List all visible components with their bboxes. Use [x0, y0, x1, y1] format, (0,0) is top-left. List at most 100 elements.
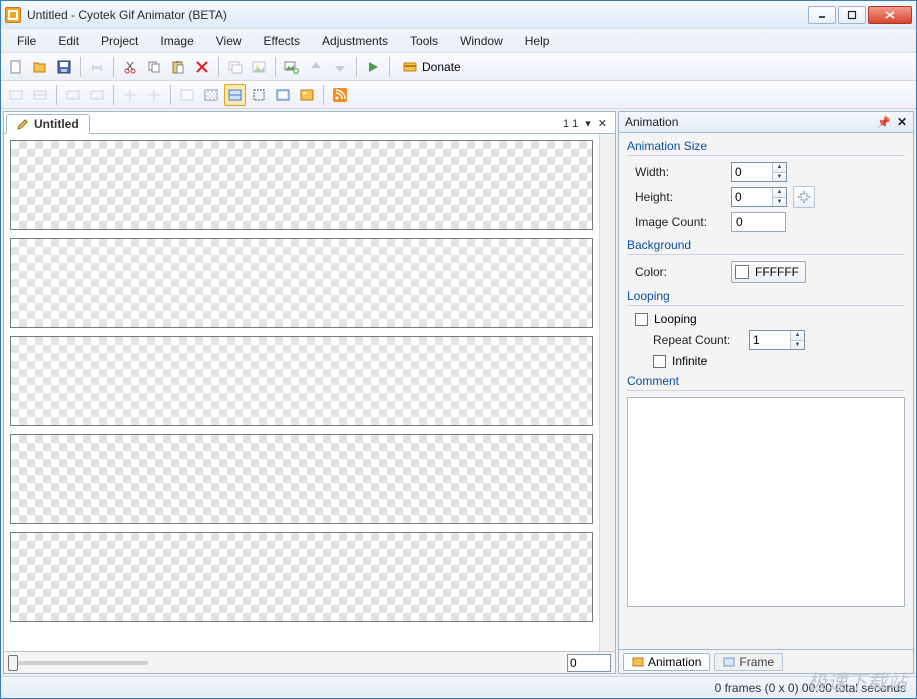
- frame-index-value[interactable]: [570, 656, 608, 670]
- images-button[interactable]: [224, 56, 246, 78]
- save-button[interactable]: [53, 56, 75, 78]
- section-animation-size: Animation Size: [627, 139, 905, 156]
- pin-icon[interactable]: 📌: [877, 116, 891, 129]
- imagecount-label: Image Count:: [635, 215, 725, 229]
- height-spinner[interactable]: ▲▼: [772, 188, 786, 206]
- donate-label: Donate: [422, 60, 461, 74]
- app-icon: [5, 7, 21, 23]
- tool-btn-4[interactable]: [86, 84, 108, 106]
- menu-edit[interactable]: Edit: [48, 31, 89, 51]
- frame-index-input[interactable]: [567, 654, 611, 672]
- panel-title: Animation: [625, 115, 678, 129]
- frame-list[interactable]: [4, 134, 599, 651]
- view-btn-5[interactable]: [272, 84, 294, 106]
- menu-image[interactable]: Image: [150, 31, 203, 51]
- menubar: File Edit Project Image View Effects Adj…: [1, 29, 916, 53]
- tool-btn-6[interactable]: [143, 84, 165, 106]
- menu-adjustments[interactable]: Adjustments: [312, 31, 398, 51]
- repeat-spinner[interactable]: ▲▼: [790, 331, 804, 349]
- repeat-input[interactable]: ▲▼: [749, 330, 805, 350]
- tool-btn-1[interactable]: [5, 84, 27, 106]
- zoom-slider-thumb[interactable]: [8, 655, 18, 671]
- background-color-button[interactable]: FFFFFF: [731, 261, 806, 283]
- tool-btn-3[interactable]: [62, 84, 84, 106]
- tool-btn-2[interactable]: [29, 84, 51, 106]
- side-pane: Animation 📌 ✕ Animation Size Width: ▲▼ H…: [618, 111, 914, 674]
- toolbar-separator: [113, 85, 114, 105]
- copy-button[interactable]: [143, 56, 165, 78]
- frame-tab-icon: [723, 656, 735, 668]
- play-button[interactable]: [362, 56, 384, 78]
- frame-slot[interactable]: [10, 532, 593, 622]
- repeat-label: Repeat Count:: [653, 333, 743, 347]
- minimize-button[interactable]: [808, 6, 836, 24]
- frame-slot[interactable]: [10, 140, 593, 230]
- panel-tabs: Animation Frame: [618, 650, 914, 674]
- menu-view[interactable]: View: [206, 31, 252, 51]
- image-add-button[interactable]: [281, 56, 303, 78]
- animation-tab-icon: [632, 656, 644, 668]
- frame-slot[interactable]: [10, 238, 593, 328]
- delete-button[interactable]: [191, 56, 213, 78]
- view-btn-4[interactable]: [248, 84, 270, 106]
- tab-dropdown-icon[interactable]: ▾: [583, 117, 593, 130]
- document-tab-row: Untitled 1 1 ▾ ✕: [4, 112, 615, 134]
- tab-nav-text: 1 1: [561, 118, 580, 130]
- rss-button[interactable]: [329, 84, 351, 106]
- looping-checkbox[interactable]: [635, 313, 648, 326]
- close-button[interactable]: [868, 6, 912, 24]
- menu-project[interactable]: Project: [91, 31, 148, 51]
- height-label: Height:: [635, 190, 725, 204]
- section-looping: Looping: [627, 289, 905, 306]
- canvas-pane: Untitled 1 1 ▾ ✕: [3, 111, 616, 674]
- document-tab[interactable]: Untitled: [6, 114, 90, 134]
- panel-header: Animation 📌 ✕: [618, 111, 914, 133]
- tool-btn-5[interactable]: [119, 84, 141, 106]
- view-btn-3-active[interactable]: [224, 84, 246, 106]
- view-btn-1[interactable]: [176, 84, 198, 106]
- view-btn-6[interactable]: [296, 84, 318, 106]
- body-area: Untitled 1 1 ▾ ✕: [1, 109, 916, 676]
- move-up-button[interactable]: [305, 56, 327, 78]
- paste-button[interactable]: [167, 56, 189, 78]
- menu-help[interactable]: Help: [515, 31, 560, 51]
- donate-icon: [402, 59, 418, 75]
- view-btn-2[interactable]: [200, 84, 222, 106]
- height-input[interactable]: ▲▼: [731, 187, 787, 207]
- menu-tools[interactable]: Tools: [400, 31, 448, 51]
- color-swatch-icon: [735, 265, 749, 279]
- zoom-slider[interactable]: [8, 661, 148, 665]
- menu-effects[interactable]: Effects: [254, 31, 310, 51]
- width-input[interactable]: ▲▼: [731, 162, 787, 182]
- panel-body: Animation Size Width: ▲▼ Height: ▲▼ Imag…: [618, 133, 914, 650]
- maximize-button[interactable]: [838, 6, 866, 24]
- toolbar-separator: [218, 57, 219, 77]
- toolbar-separator: [275, 57, 276, 77]
- donate-button[interactable]: Donate: [395, 56, 468, 78]
- status-text: 0 frames (0 x 0) 00:00 total seconds: [715, 681, 906, 695]
- window-controls: [808, 6, 912, 24]
- color-label: Color:: [635, 265, 725, 279]
- infinite-checkbox[interactable]: [653, 355, 666, 368]
- width-spinner[interactable]: ▲▼: [772, 163, 786, 181]
- cut-button[interactable]: [119, 56, 141, 78]
- menu-window[interactable]: Window: [450, 31, 513, 51]
- frame-slot[interactable]: [10, 336, 593, 426]
- tab-close-icon[interactable]: ✕: [596, 117, 609, 130]
- print-button[interactable]: [86, 56, 108, 78]
- panel-close-icon[interactable]: ✕: [897, 115, 907, 129]
- frame-slot[interactable]: [10, 434, 593, 524]
- tab-animation[interactable]: Animation: [623, 653, 710, 671]
- vertical-scrollbar[interactable]: [599, 134, 615, 651]
- resize-canvas-button[interactable]: [793, 186, 815, 208]
- comment-textarea[interactable]: [627, 397, 905, 607]
- tab-frame[interactable]: Frame: [714, 653, 783, 671]
- new-button[interactable]: [5, 56, 27, 78]
- titlebar: Untitled - Cyotek Gif Animator (BETA): [1, 1, 916, 29]
- move-down-button[interactable]: [329, 56, 351, 78]
- section-comment: Comment: [627, 374, 905, 391]
- menu-file[interactable]: File: [7, 31, 46, 51]
- open-button[interactable]: [29, 56, 51, 78]
- imagecount-value: 0: [731, 212, 786, 232]
- image-button[interactable]: [248, 56, 270, 78]
